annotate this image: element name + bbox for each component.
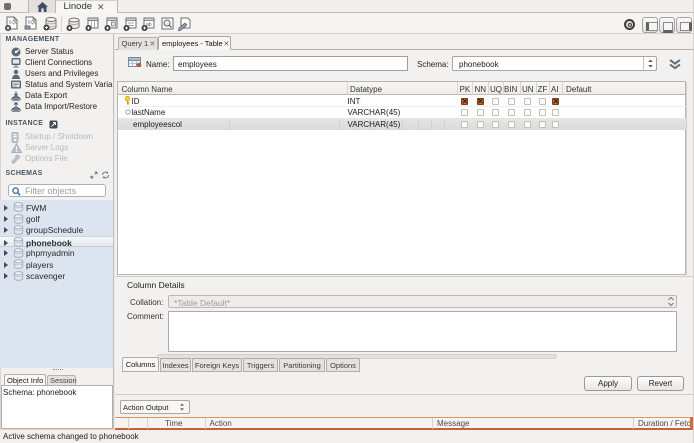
svg-text:SQL: SQL [28, 20, 38, 25]
svg-text:SQL: SQL [9, 20, 19, 25]
